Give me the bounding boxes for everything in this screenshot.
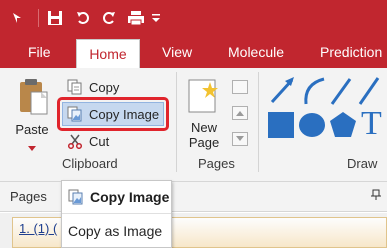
new-page-label-line2: Page [188, 135, 220, 150]
group-separator [176, 72, 177, 172]
draw-shapes-gallery[interactable]: T [266, 74, 387, 141]
pages-panel-title: Pages [10, 189, 47, 204]
copy-icon [66, 78, 84, 96]
paste-button[interactable] [16, 76, 50, 120]
page-option-icon-1[interactable] [232, 80, 248, 94]
text-tool-icon[interactable]: T [361, 107, 382, 141]
cut-button[interactable]: Cut [66, 130, 109, 152]
page-thumbnail-label: 1. (1) ( [19, 221, 58, 236]
draw-group-label: Draw [347, 156, 378, 171]
scissors-icon [66, 132, 84, 150]
app-menu-icon[interactable] [10, 9, 24, 27]
tab-view[interactable]: View [158, 36, 196, 68]
print-icon[interactable] [126, 9, 146, 27]
copy-as-image-item[interactable]: Copy as Image [62, 215, 171, 247]
arrow-tool-icon[interactable] [270, 77, 294, 104]
arc-tool-icon[interactable] [304, 77, 325, 105]
tab-prediction[interactable]: Prediction [316, 36, 386, 68]
pages-list: 1. (1) ( [0, 213, 387, 248]
copy-button[interactable]: Copy [66, 76, 119, 98]
tab-home[interactable]: Home [76, 39, 140, 69]
copy-image-menu: Copy Image Copy as Image [61, 180, 172, 248]
quick-access-toolbar [0, 0, 387, 36]
copy-label: Copy [89, 79, 120, 95]
paste-icon [20, 79, 48, 115]
new-page-label-line1: New [190, 120, 217, 135]
undo-icon[interactable] [74, 9, 92, 27]
paste-dropdown-icon[interactable] [28, 140, 36, 155]
ellipse-tool-icon[interactable] [299, 113, 325, 137]
customize-icon[interactable] [150, 9, 162, 27]
cut-label: Cut [89, 133, 110, 149]
rectangle-tool-icon[interactable] [268, 112, 294, 138]
pen-tool-icon[interactable] [358, 77, 380, 105]
pages-group-label: Pages [198, 156, 235, 171]
clipboard-group-label: Clipboard [62, 156, 118, 171]
copy-image-icon [68, 188, 86, 206]
line-tool-icon[interactable] [330, 78, 352, 105]
highlight-annotation [57, 97, 169, 131]
save-icon[interactable] [46, 9, 64, 27]
tab-file[interactable]: File [24, 36, 55, 68]
copy-image-menu-header-label: Copy Image [90, 189, 170, 205]
ribbon-tabs: File Home View Molecule Prediction [0, 36, 387, 69]
copy-image-menu-header[interactable]: Copy Image [62, 181, 171, 214]
pin-icon[interactable] [370, 188, 382, 200]
new-page-icon [188, 79, 218, 113]
paste-label: Paste [15, 122, 49, 137]
pentagon-tool-icon[interactable] [330, 112, 356, 137]
new-page-button[interactable] [186, 76, 222, 114]
page-up-icon[interactable] [232, 106, 248, 120]
pages-panel-bar: Pages [0, 182, 387, 212]
new-page-label: New Page [184, 120, 224, 150]
page-down-icon[interactable] [232, 132, 248, 146]
redo-icon[interactable] [100, 9, 118, 27]
group-separator-2 [258, 72, 259, 172]
qat-separator [38, 9, 39, 27]
tab-molecule[interactable]: Molecule [224, 36, 288, 68]
ribbon-home: Paste Copy Copy Image Cut Clipboard New [0, 68, 387, 182]
